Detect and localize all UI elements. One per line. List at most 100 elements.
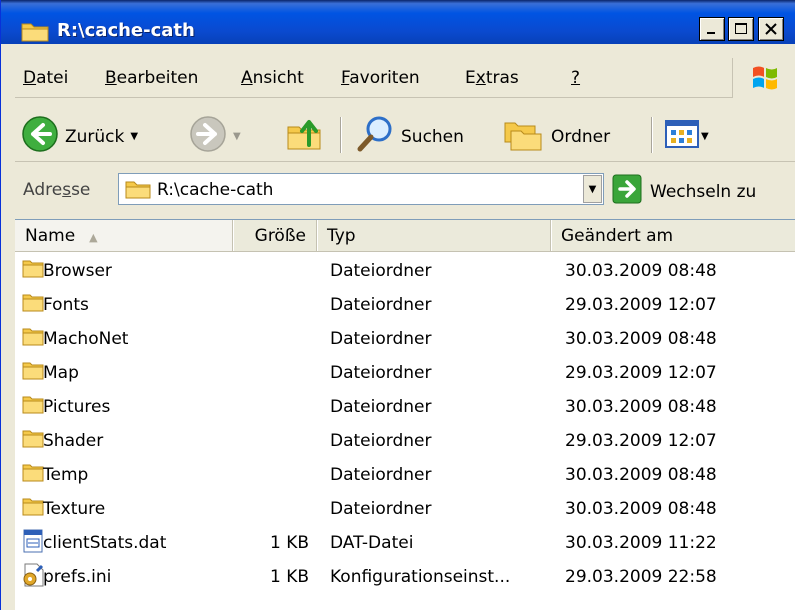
file-modified: 30.03.2009 11:22 <box>565 533 717 553</box>
file-row[interactable]: prefs.ini 1 KB Konfigurationseinst... 29.03… <box>15 560 795 594</box>
menu-extras[interactable]: Extras <box>465 68 519 88</box>
windows-logo-icon <box>732 58 795 98</box>
menu-favoriten[interactable]: Favoriten <box>341 68 420 88</box>
folders-label: Ordner <box>551 126 611 147</box>
folder-icon <box>22 325 44 352</box>
back-dropdown-icon[interactable]: ▼ <box>130 131 138 142</box>
file-row[interactable]: MachoNet Dateiordner 30.03.2009 08:48 <box>15 322 795 356</box>
file-name: MachoNet <box>43 329 129 349</box>
file-name: Texture <box>43 499 106 519</box>
minimize-button[interactable] <box>699 17 725 41</box>
file-name: clientStats.dat <box>43 533 167 553</box>
menu-datei[interactable]: Datei <box>23 68 68 88</box>
views-button[interactable]: ▼ <box>665 117 709 156</box>
title-bar[interactable]: R:\cache-cath <box>1 0 795 44</box>
file-modified: 30.03.2009 08:48 <box>565 499 717 519</box>
file-name: prefs.ini <box>43 567 112 587</box>
views-grid-icon <box>665 117 699 156</box>
address-input[interactable]: R:\cache-cath ▼ <box>118 173 604 205</box>
forward-dropdown-icon[interactable]: ▼ <box>233 131 241 142</box>
address-bar: Adresse R:\cache-cath ▼ Wechseln zu <box>15 169 795 211</box>
file-type: Dateiordner <box>330 465 432 485</box>
file-row[interactable]: Pictures Dateiordner 30.03.2009 08:48 <box>15 390 795 424</box>
back-label: Zurück <box>65 126 125 147</box>
address-dropdown-button[interactable]: ▼ <box>583 175 602 203</box>
folder-icon <box>22 359 44 386</box>
explorer-window: R:\cache-cath Datei Bearbeiten Ansicht F… <box>0 0 795 610</box>
file-row[interactable]: Browser Dateiordner 30.03.2009 08:48 <box>15 254 795 288</box>
file-list[interactable]: Name ▲ Größe Typ Geändert am Browser Datei… <box>15 219 795 610</box>
file-modified: 29.03.2009 12:07 <box>565 431 717 451</box>
file-name: Temp <box>43 465 89 485</box>
file-type: Dateiordner <box>330 329 432 349</box>
back-arrow-icon <box>21 115 59 158</box>
address-value: R:\cache-cath <box>157 180 274 200</box>
go-label: Wechseln zu <box>650 181 757 202</box>
file-type: Dateiordner <box>330 363 432 383</box>
file-modified: 29.03.2009 12:07 <box>565 295 717 315</box>
file-type: DAT-Datei <box>330 533 414 553</box>
column-header-type[interactable]: Typ <box>317 220 551 251</box>
search-label: Suchen <box>401 126 464 147</box>
file-modified: 29.03.2009 12:07 <box>565 363 717 383</box>
file-name: Fonts <box>43 295 89 315</box>
sort-ascending-icon: ▲ <box>89 231 98 244</box>
file-name: Map <box>43 363 79 383</box>
back-button[interactable]: Zurück ▼ <box>21 115 138 158</box>
folder-icon <box>22 257 44 284</box>
views-dropdown-icon[interactable]: ▼ <box>701 131 709 142</box>
file-modified: 30.03.2009 08:48 <box>565 397 717 417</box>
dat-file-icon <box>22 529 44 558</box>
go-arrow-icon <box>612 174 642 209</box>
file-modified: 29.03.2009 22:58 <box>565 567 717 587</box>
file-modified: 30.03.2009 08:48 <box>565 465 717 485</box>
up-folder-button[interactable] <box>285 115 325 158</box>
forward-button[interactable]: ▼ <box>189 115 241 158</box>
file-row[interactable]: Temp Dateiordner 30.03.2009 08:48 <box>15 458 795 492</box>
toolbar-separator <box>651 117 652 153</box>
file-row[interactable]: clientStats.dat 1 KB DAT-Datei 30.03.2009 1… <box>15 526 795 560</box>
folder-icon <box>21 20 49 47</box>
menu-bar: Datei Bearbeiten Ansicht Favoriten Extra… <box>15 58 795 98</box>
column-header-row: Name ▲ Größe Typ Geändert am <box>15 220 795 252</box>
file-modified: 30.03.2009 08:48 <box>565 329 717 349</box>
search-icon <box>355 115 395 158</box>
folders-button[interactable]: Ordner <box>501 115 610 158</box>
maximize-button[interactable] <box>728 17 754 41</box>
file-type: Dateiordner <box>330 431 432 451</box>
close-button[interactable] <box>758 17 784 41</box>
window-title: R:\cache-cath <box>57 20 195 41</box>
go-button[interactable]: Wechseln zu <box>612 174 756 209</box>
toolbar-separator <box>340 117 341 153</box>
file-type: Dateiordner <box>330 261 432 281</box>
column-header-modified[interactable]: Geändert am <box>551 220 795 251</box>
menu-ansicht[interactable]: Ansicht <box>241 68 304 88</box>
folder-icon <box>22 495 44 522</box>
file-type: Dateiordner <box>330 397 432 417</box>
file-name: Pictures <box>43 397 111 417</box>
folder-icon <box>125 179 151 204</box>
file-name: Shader <box>43 431 104 451</box>
column-header-name[interactable]: Name ▲ <box>15 220 233 251</box>
file-row[interactable]: Fonts Dateiordner 29.03.2009 12:07 <box>15 288 795 322</box>
file-type: Dateiordner <box>330 295 432 315</box>
search-button[interactable]: Suchen <box>355 115 464 158</box>
file-row[interactable]: Texture Dateiordner 30.03.2009 08:48 <box>15 492 795 526</box>
file-size: 1 KB <box>269 567 309 587</box>
folder-icon <box>22 461 44 488</box>
column-header-size[interactable]: Größe <box>233 220 317 251</box>
folders-icon <box>501 115 545 158</box>
folder-icon <box>22 427 44 454</box>
menu-help[interactable]: ? <box>571 68 580 88</box>
folder-icon <box>22 291 44 318</box>
file-size: 1 KB <box>269 533 309 553</box>
file-row[interactable]: Shader Dateiordner 29.03.2009 12:07 <box>15 424 795 458</box>
address-label: Adresse <box>23 180 91 200</box>
toolbar: Zurück ▼ ▼ Suchen Ordner ▼ <box>15 107 795 162</box>
folder-up-icon <box>285 115 325 158</box>
menu-bearbeiten[interactable]: Bearbeiten <box>105 68 198 88</box>
file-name: Browser <box>43 261 112 281</box>
file-type: Konfigurationseinst... <box>330 567 511 587</box>
file-modified: 30.03.2009 08:48 <box>565 261 717 281</box>
file-row[interactable]: Map Dateiordner 29.03.2009 12:07 <box>15 356 795 390</box>
